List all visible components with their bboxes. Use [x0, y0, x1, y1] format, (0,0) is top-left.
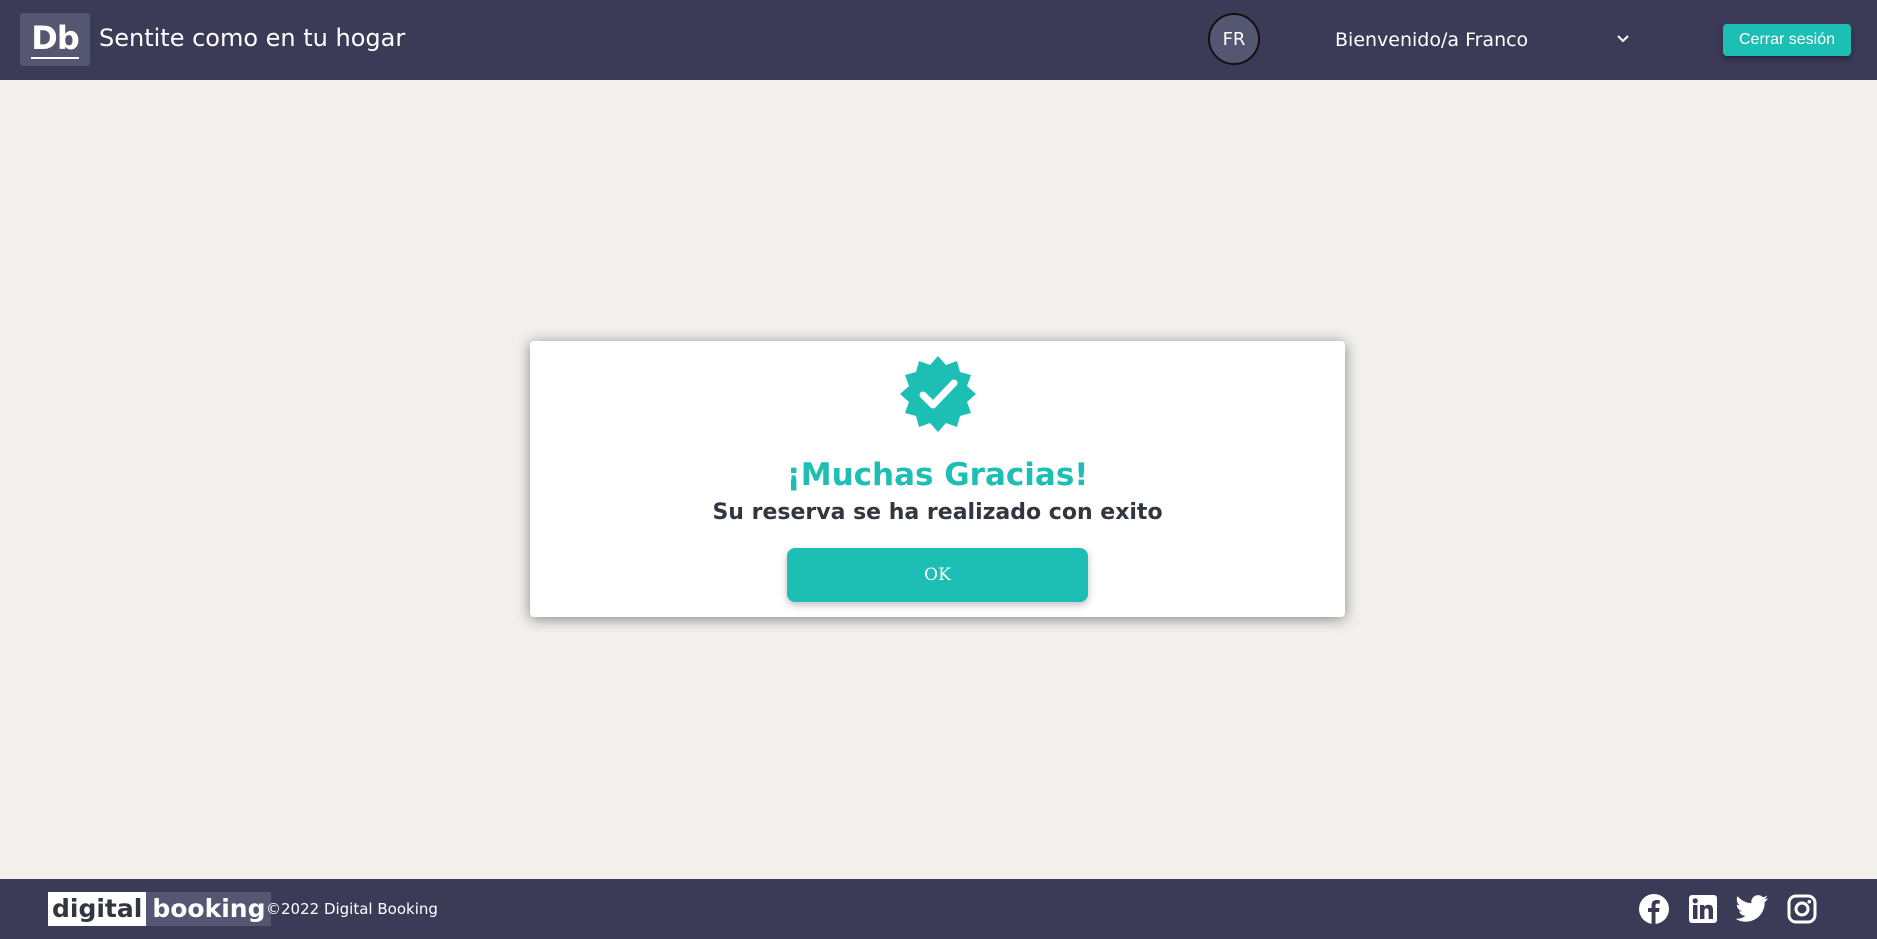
modal-subtitle: Su reserva se ha realizado con exito [712, 500, 1163, 525]
top-header: Db Sentite como en tu hogar FR Bienvenid… [0, 0, 1877, 80]
welcome-text: Bienvenido/a Franco [1335, 29, 1529, 51]
verified-badge-icon [899, 355, 977, 433]
linkedin-icon[interactable] [1686, 892, 1720, 926]
copyright-text: ©2022 Digital Booking [266, 900, 438, 918]
confirmation-modal: ¡Muchas Gracias! Su reserva se ha realiz… [530, 341, 1345, 617]
modal-title: ¡Muchas Gracias! [786, 457, 1089, 493]
footer: digital booking ©2022 Digital Booking [0, 879, 1877, 939]
instagram-icon[interactable] [1785, 892, 1819, 926]
chevron-down-icon[interactable] [1614, 30, 1632, 48]
logout-button[interactable]: Cerrar sesión [1723, 24, 1851, 56]
footer-brand-logo: digital booking [48, 892, 272, 926]
brand-part1: digital [48, 892, 147, 926]
twitter-icon[interactable] [1735, 892, 1769, 926]
logo-text: Db [31, 18, 80, 59]
facebook-icon[interactable] [1637, 892, 1671, 926]
ok-button[interactable]: OK [787, 548, 1088, 602]
brand-part2: booking [146, 892, 272, 926]
avatar[interactable]: FR [1208, 13, 1260, 65]
header-slogan: Sentite como en tu hogar [99, 24, 406, 52]
logo[interactable]: Db [20, 13, 90, 66]
